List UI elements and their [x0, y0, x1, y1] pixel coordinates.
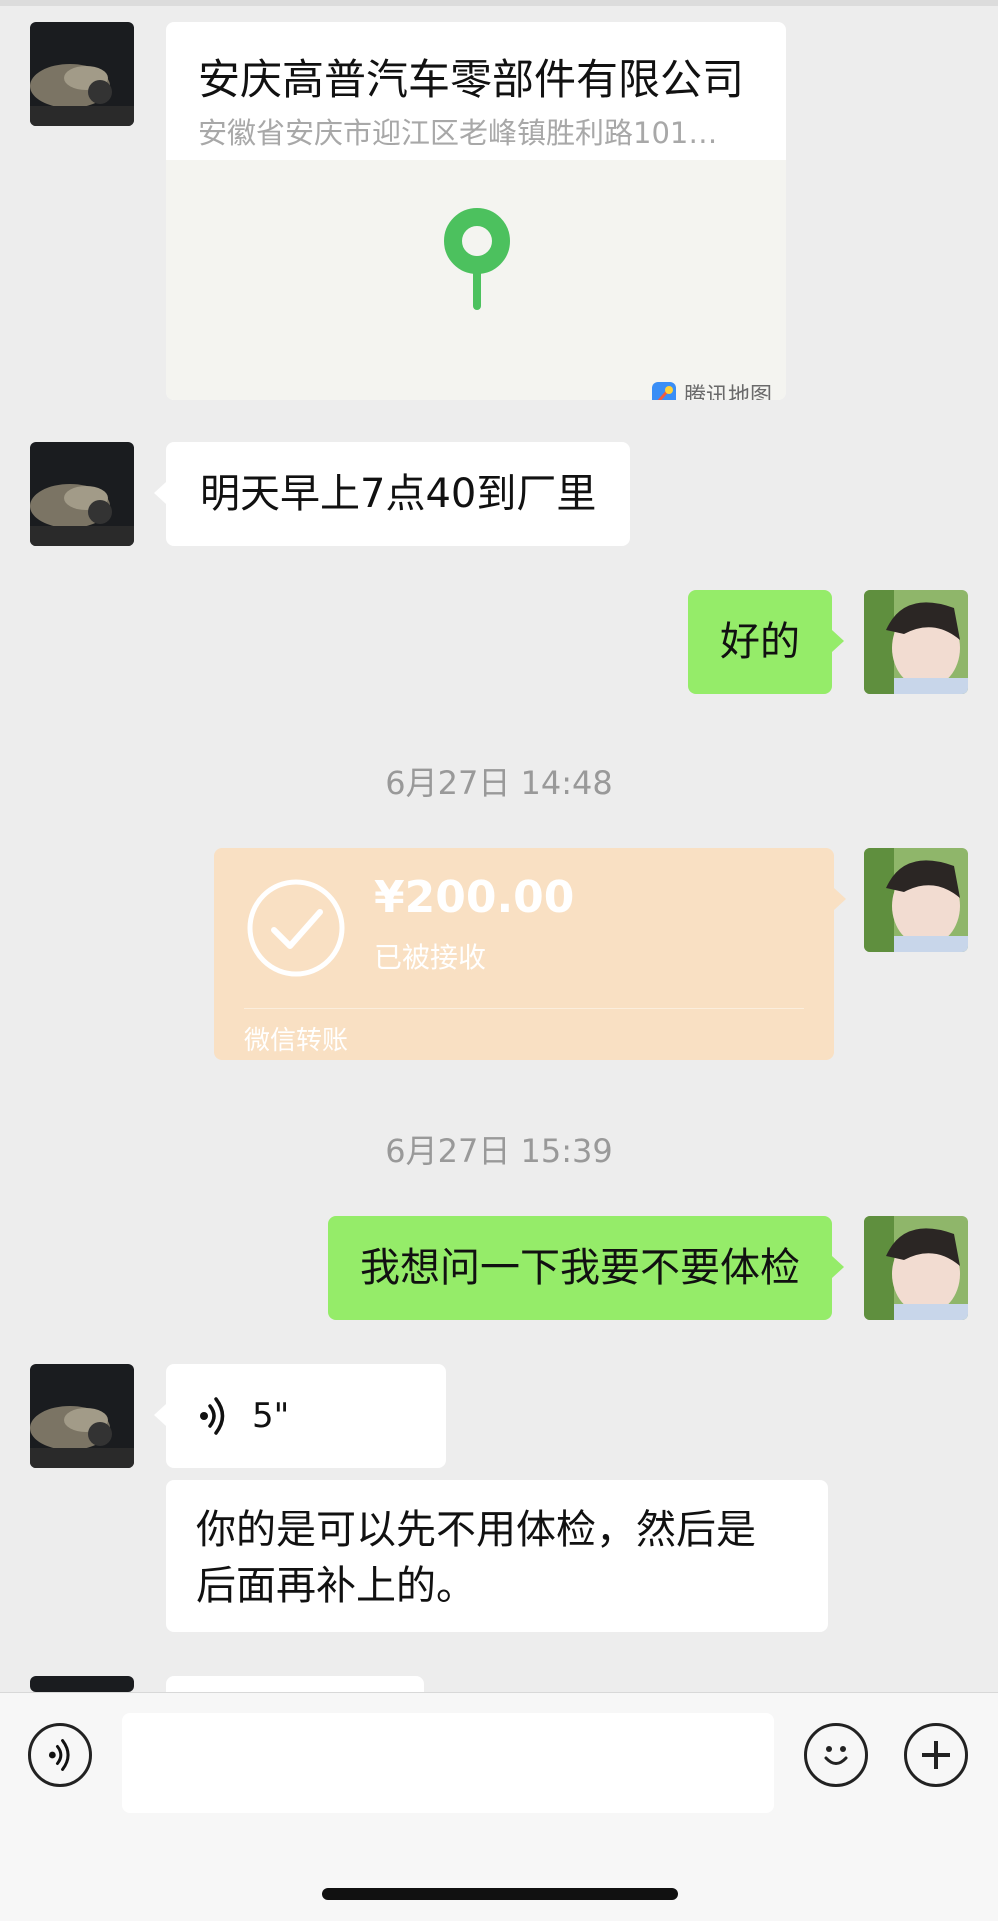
message-bubble-incoming[interactable]: 你的是可以先不用体检，然后是 后面再补上的。: [166, 1480, 828, 1632]
timestamp: 6月27日 15:39: [385, 1132, 613, 1170]
home-indicator: [322, 1888, 678, 1900]
emoji-button[interactable]: [804, 1723, 868, 1787]
message-input[interactable]: [122, 1713, 774, 1813]
map-brand-label: 腾讯地图: [683, 384, 772, 400]
voice-icon: [48, 1739, 70, 1771]
contact-avatar-image: [30, 1676, 134, 1692]
plus-icon: [922, 1741, 950, 1769]
contact-avatar-image: [30, 1364, 134, 1468]
my-avatar[interactable]: [864, 1216, 968, 1320]
my-avatar[interactable]: [864, 848, 968, 952]
my-avatar-image: [864, 848, 968, 952]
message-bubble-incoming[interactable]: 明天早上7点40到厂里: [153, 442, 631, 546]
map-brand: 腾讯地图: [650, 378, 772, 400]
message-text: 我想问一下我要不要体检: [360, 1245, 800, 1291]
timestamp: 6月27日 14:48: [385, 764, 613, 802]
message-bubble-incoming[interactable]: [166, 1676, 424, 1692]
my-avatar-image: [864, 590, 968, 694]
emoji-icon: [824, 1746, 848, 1765]
voice-input-button[interactable]: [28, 1723, 92, 1787]
message-bubble-outgoing[interactable]: 我想问一下我要不要体检: [328, 1216, 844, 1320]
more-button[interactable]: [904, 1723, 968, 1787]
transfer-amount: ¥200.00: [374, 872, 575, 923]
voice-message-bubble[interactable]: 5": [154, 1364, 446, 1468]
input-bar: [0, 1692, 998, 1921]
top-divider: [0, 0, 998, 6]
message-text: 好的: [720, 619, 800, 665]
transfer-status: 已被接收: [374, 941, 487, 974]
location-title: 安庆高普汽车零部件有限公司: [198, 55, 745, 104]
voice-wave-icon: [200, 1397, 225, 1435]
my-avatar-image: [864, 1216, 968, 1320]
contact-avatar[interactable]: [30, 442, 134, 546]
message-text: 明天早上7点40到厂里: [200, 471, 597, 517]
contact-avatar[interactable]: [30, 22, 134, 126]
tencent-map-icon: [651, 382, 676, 400]
voice-duration: 5": [252, 1396, 290, 1436]
contact-avatar[interactable]: [30, 1364, 134, 1468]
contact-avatar[interactable]: [30, 1676, 134, 1692]
transfer-card[interactable]: ¥200.00 已被接收 微信转账: [214, 848, 846, 1060]
transfer-label: 微信转账: [244, 1026, 349, 1056]
transfer-accepted-icon: [247, 879, 345, 977]
my-avatar[interactable]: [864, 590, 968, 694]
map-pin-icon: [444, 208, 510, 310]
location-map[interactable]: 腾讯地图: [166, 160, 786, 400]
location-card[interactable]: 安庆高普汽车零部件有限公司 安徽省安庆市迎江区老峰镇胜利路101… 腾讯地图: [166, 22, 786, 400]
message-bubble-outgoing[interactable]: 好的: [688, 590, 844, 694]
transfer-divider: [244, 1008, 804, 1009]
contact-avatar-image: [30, 22, 134, 126]
contact-avatar-image: [30, 442, 134, 546]
message-text-line: 你的是可以先不用体检，然后是: [196, 1507, 756, 1553]
message-text-line: 后面再补上的。: [196, 1563, 476, 1609]
location-address: 安徽省安庆市迎江区老峰镇胜利路101…: [198, 116, 718, 150]
